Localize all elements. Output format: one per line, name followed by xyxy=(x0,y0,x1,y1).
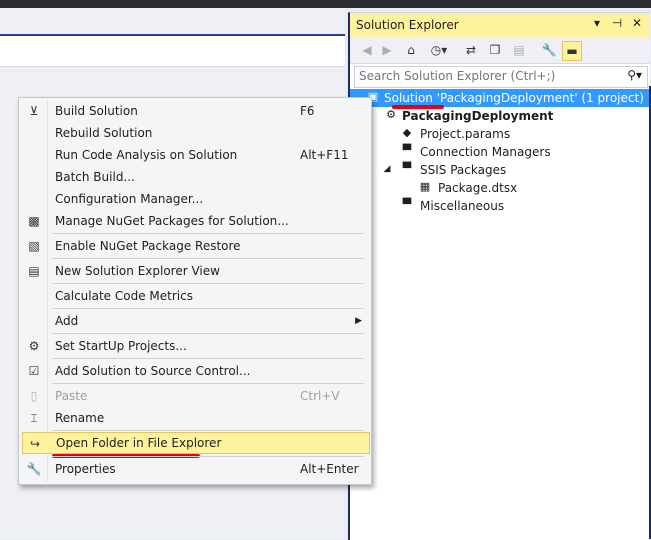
package-restore-icon: ▧ xyxy=(28,239,40,253)
panel-title: Solution Explorer xyxy=(356,18,459,32)
expand-arrow-icon[interactable]: ◢ xyxy=(380,162,394,176)
menu-item-calculate-code-metrics[interactable]: Calculate Code Metrics xyxy=(22,285,368,307)
rename-icon: ⌶ xyxy=(30,411,38,425)
tree-item-project-params[interactable]: ◆ Project.params xyxy=(350,125,650,143)
solution-explorer-toolbar: ◀ ▶ ⌂ ◷▾ ⇄ ❐ ▤ 🔧 ▬ xyxy=(350,37,650,64)
menu-item-properties[interactable]: 🔧 Properties Alt+Enter xyxy=(22,458,368,480)
search-box: ⚲▾ xyxy=(354,66,648,88)
folder-icon: ▀ xyxy=(402,198,412,211)
show-all-files-icon[interactable]: ❐ xyxy=(486,41,504,59)
menu-item-run-code-analysis[interactable]: Run Code Analysis on Solution Alt+F11 xyxy=(22,144,368,166)
params-icon: ◆ xyxy=(402,126,412,139)
pin-icon[interactable]: ⊣ xyxy=(610,16,624,30)
menu-item-configuration-manager[interactable]: Configuration Manager... xyxy=(22,188,368,210)
open-folder-icon: ↪ xyxy=(29,437,41,451)
folder-icon: ▀ xyxy=(402,162,412,175)
forward-icon[interactable]: ▶ xyxy=(378,41,396,59)
tree-item-project[interactable]: ⚙ PackagingDeployment xyxy=(350,107,650,125)
paste-icon: ▯ xyxy=(30,389,38,403)
menu-separator xyxy=(52,456,364,457)
menu-item-open-folder-in-file-explorer[interactable]: ↪ Open Folder in File Explorer xyxy=(22,432,370,454)
menu-separator xyxy=(52,358,364,359)
menu-item-set-startup-projects[interactable]: ⚙ Set StartUp Projects... xyxy=(22,335,368,357)
project-icon: ⚙ xyxy=(386,108,396,121)
menu-separator xyxy=(52,383,364,384)
build-icon: ⊻ xyxy=(29,104,39,118)
menu-item-add[interactable]: Add ▶ xyxy=(22,310,368,332)
submenu-arrow-icon: ▶ xyxy=(355,316,362,326)
menu-separator xyxy=(52,333,364,334)
solution-explorer-panel: Solution Explorer ▾ ⊣ ✕ ◀ ▶ ⌂ ◷▾ ⇄ ❐ ▤ 🔧… xyxy=(348,12,650,540)
gear-icon: ⚙ xyxy=(28,339,40,353)
source-control-icon: ☑ xyxy=(28,364,40,378)
wrench-icon: 🔧 xyxy=(26,462,42,476)
history-icon[interactable]: ◷▾ xyxy=(430,41,448,59)
menu-item-manage-nuget[interactable]: ▩ Manage NuGet Packages for Solution... xyxy=(22,210,368,232)
ide-top-strip xyxy=(0,0,651,8)
menu-item-batch-build[interactable]: Batch Build... xyxy=(22,166,368,188)
package-icon: ▦ xyxy=(419,180,431,193)
folder-icon: ▀ xyxy=(402,144,412,157)
close-icon[interactable]: ✕ xyxy=(630,16,644,30)
editor-tab-bar xyxy=(0,8,345,37)
tree-item-ssis-packages[interactable]: ◢ ▀ SSIS Packages xyxy=(350,161,650,179)
menu-separator xyxy=(52,430,364,431)
menu-item-rebuild-solution[interactable]: Rebuild Solution xyxy=(22,122,368,144)
menu-item-new-se-view[interactable]: ▤ New Solution Explorer View xyxy=(22,260,368,282)
tree-item-package-dtsx[interactable]: ▦ Package.dtsx xyxy=(350,179,650,197)
editor-document xyxy=(0,36,345,67)
collapse-all-icon[interactable]: ▤ xyxy=(510,41,528,59)
menu-item-paste[interactable]: ▯ Paste Ctrl+V xyxy=(22,385,368,407)
search-icon[interactable]: ⚲▾ xyxy=(627,68,642,82)
home-icon[interactable]: ⌂ xyxy=(402,41,420,59)
menu-item-enable-nuget-restore[interactable]: ▧ Enable NuGet Package Restore xyxy=(22,235,368,257)
menu-separator xyxy=(52,308,364,309)
tree-item-connection-managers[interactable]: ▀ Connection Managers xyxy=(350,143,650,161)
back-icon[interactable]: ◀ xyxy=(358,41,376,59)
sync-icon[interactable]: ⇄ xyxy=(462,41,480,59)
tree-item-miscellaneous[interactable]: ▀ Miscellaneous xyxy=(350,197,650,215)
context-menu: ⊻ Build Solution F6 Rebuild Solution Run… xyxy=(18,97,372,485)
menu-item-rename[interactable]: ⌶ Rename xyxy=(22,407,368,429)
search-input[interactable] xyxy=(355,67,619,85)
menu-separator xyxy=(52,233,364,234)
menu-item-build-solution[interactable]: ⊻ Build Solution F6 xyxy=(22,100,368,122)
nuget-icon: ▩ xyxy=(28,214,40,228)
properties-icon[interactable]: 🔧 xyxy=(540,41,558,59)
preview-icon[interactable]: ▬ xyxy=(562,41,582,61)
solution-explorer-titlebar: Solution Explorer ▾ ⊣ ✕ xyxy=(350,13,650,38)
menu-item-add-to-source-control[interactable]: ☑ Add Solution to Source Control... xyxy=(22,360,368,382)
dropdown-arrow-icon[interactable]: ▾ xyxy=(590,16,604,30)
title-controls: ▾ ⊣ ✕ xyxy=(590,16,644,30)
new-view-icon: ▤ xyxy=(28,264,40,278)
menu-separator xyxy=(52,283,364,284)
menu-separator xyxy=(52,258,364,259)
